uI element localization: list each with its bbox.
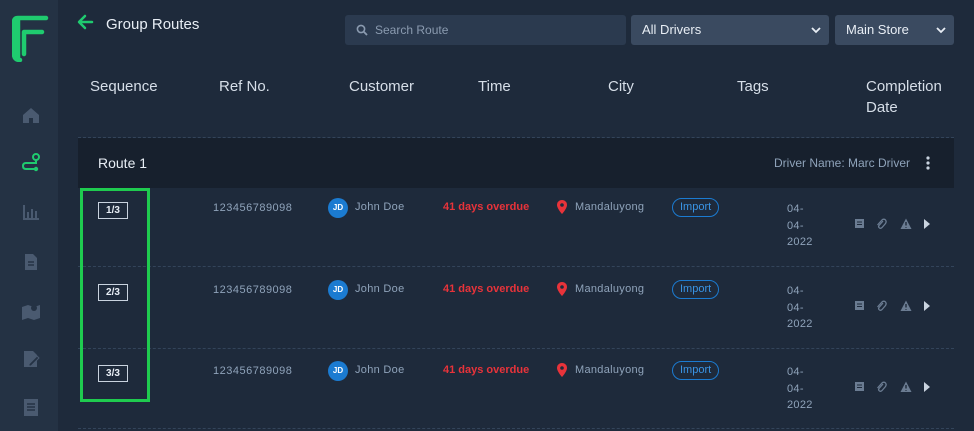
attachment-icon[interactable]	[875, 218, 887, 230]
location-pin-icon	[557, 363, 567, 377]
driver-select[interactable]: All Drivers	[631, 15, 829, 45]
route-title: Route 1	[98, 155, 148, 171]
edit-document-icon[interactable]	[20, 348, 42, 370]
location-pin-icon	[557, 282, 567, 296]
page-title: Group Routes	[106, 16, 200, 33]
completion-date: 04- 04- 2022	[787, 283, 823, 333]
header-tags[interactable]: Tags	[737, 76, 769, 97]
customer-name: John Doe	[355, 364, 405, 376]
home-icon[interactable]	[20, 104, 42, 126]
list-document-icon[interactable]	[20, 396, 42, 418]
warning-icon[interactable]	[900, 300, 912, 312]
city: Mandaluyong	[575, 364, 645, 376]
completion-date: 04- 04- 2022	[787, 201, 823, 251]
back-arrow-icon[interactable]	[76, 14, 94, 30]
row-divider	[78, 348, 954, 349]
sequence-badge: 2/3	[98, 284, 128, 301]
warning-icon[interactable]	[900, 218, 912, 230]
date-line: 04-	[787, 285, 804, 297]
note-icon[interactable]	[854, 300, 866, 312]
table-row[interactable]: 2/3 123456789098 JD John Doe 41 days ove…	[78, 270, 954, 350]
date-line: 2022	[787, 318, 813, 330]
chevron-down-icon	[811, 27, 821, 34]
date-line: 04-	[787, 219, 804, 232]
chart-icon[interactable]	[20, 201, 42, 223]
avatar: JD	[328, 198, 348, 218]
map-icon[interactable]	[20, 300, 42, 322]
avatar: JD	[328, 361, 348, 381]
date-line: 04-	[787, 203, 804, 215]
app-logo-icon[interactable]	[12, 14, 52, 62]
ref-number: 123456789098	[213, 202, 293, 214]
date-line: 2022	[787, 399, 813, 411]
header-city[interactable]: City	[608, 76, 634, 97]
overdue-status: 41 days overdue	[443, 364, 530, 376]
route-group-header[interactable]: Route 1 Driver Name: Marc Driver	[78, 138, 954, 188]
tag-badge[interactable]: Import	[672, 361, 720, 380]
date-line: 2022	[787, 236, 813, 248]
store-select-value: Main Store	[846, 22, 909, 37]
header-ref-no[interactable]: Ref No.	[219, 76, 270, 97]
search-input[interactable]	[375, 15, 620, 45]
overdue-status: 41 days overdue	[443, 283, 530, 295]
date-line: 04-	[787, 366, 804, 378]
sidebar	[0, 0, 58, 431]
header-customer[interactable]: Customer	[349, 76, 414, 97]
header-sequence[interactable]: Sequence	[90, 76, 158, 97]
ref-number: 123456789098	[213, 365, 293, 377]
date-line: 04-	[787, 301, 804, 314]
note-icon[interactable]	[854, 381, 866, 393]
city: Mandaluyong	[575, 201, 645, 213]
location-pin-icon	[557, 200, 567, 214]
attachment-icon[interactable]	[875, 381, 887, 393]
avatar: JD	[328, 280, 348, 300]
driver-select-value: All Drivers	[642, 22, 702, 37]
note-icon[interactable]	[854, 218, 866, 230]
customer-name: John Doe	[355, 201, 405, 213]
route-icon[interactable]	[20, 152, 42, 174]
header-time[interactable]: Time	[478, 76, 511, 97]
date-line: 04-	[787, 382, 804, 395]
sequence-badge: 3/3	[98, 365, 128, 382]
header-completion-line1: Completion	[866, 78, 942, 95]
tag-badge[interactable]: Import	[672, 280, 720, 299]
driver-name-label: Driver Name: Marc Driver	[773, 156, 910, 170]
attachment-icon[interactable]	[875, 300, 887, 312]
expand-arrow-icon[interactable]	[921, 218, 933, 230]
header-completion-date[interactable]: Completion Date	[866, 76, 942, 118]
table-row[interactable]: 3/3 123456789098 JD John Doe 41 days ove…	[78, 351, 954, 431]
customer-name: John Doe	[355, 283, 405, 295]
tag-badge[interactable]: Import	[672, 198, 720, 217]
row-divider	[78, 428, 954, 429]
table-row[interactable]: 1/3 123456789098 JD John Doe 41 days ove…	[78, 188, 954, 268]
sequence-badge: 1/3	[98, 202, 128, 219]
header-completion-line2: Date	[866, 99, 898, 116]
store-select[interactable]: Main Store	[835, 15, 954, 45]
ref-number: 123456789098	[213, 284, 293, 296]
document-icon[interactable]	[20, 251, 42, 273]
more-options-icon[interactable]	[926, 156, 930, 170]
row-divider	[78, 266, 954, 267]
expand-arrow-icon[interactable]	[921, 300, 933, 312]
warning-icon[interactable]	[900, 381, 912, 393]
expand-arrow-icon[interactable]	[921, 381, 933, 393]
completion-date: 04- 04- 2022	[787, 364, 823, 414]
overdue-status: 41 days overdue	[443, 201, 530, 213]
search-box[interactable]	[345, 15, 626, 45]
chevron-down-icon	[936, 27, 946, 34]
city: Mandaluyong	[575, 283, 645, 295]
search-icon	[356, 24, 368, 36]
